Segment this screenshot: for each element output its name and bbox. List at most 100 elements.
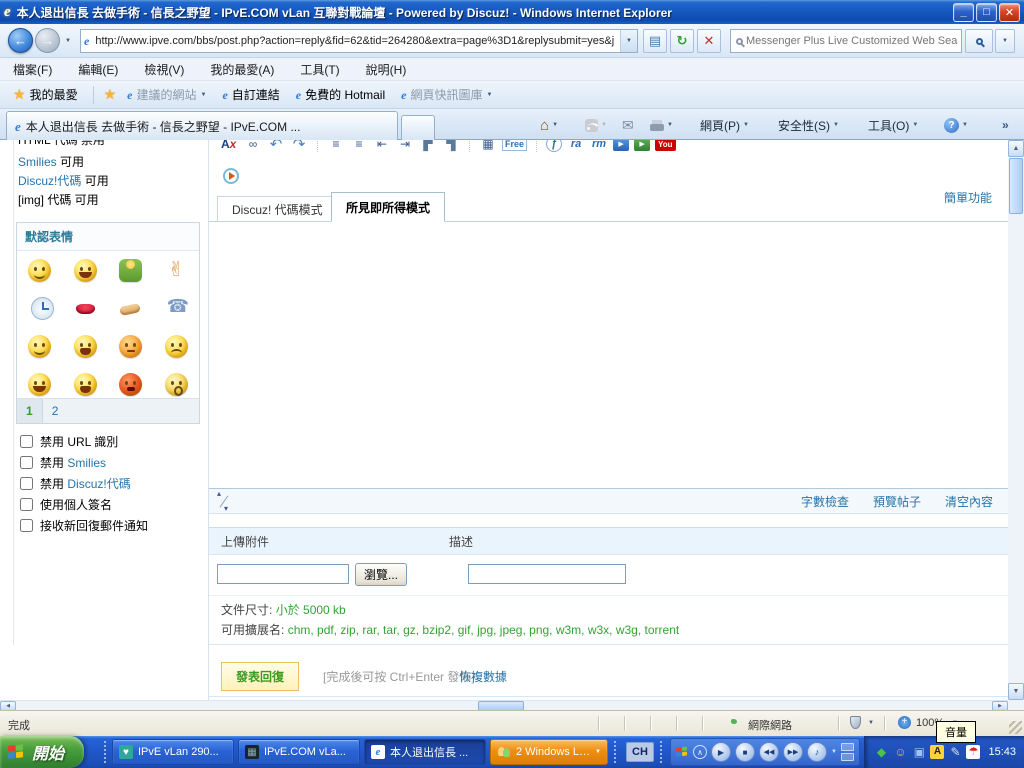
- emoticon-sad[interactable]: [165, 335, 188, 358]
- disable-smilies-checkbox[interactable]: [20, 456, 33, 469]
- read-mail-button[interactable]: ✉: [622, 113, 634, 137]
- emoticon-grin[interactable]: [74, 259, 97, 282]
- compatibility-view-button[interactable]: ▤: [643, 29, 667, 53]
- search-go-button[interactable]: [965, 29, 993, 53]
- insert-flash-icon[interactable]: ƒ: [546, 140, 562, 152]
- taskbar-task-3-active[interactable]: e 本人退出信長 ...: [364, 739, 486, 765]
- float-right-icon[interactable]: ▜: [442, 140, 460, 153]
- address-field[interactable]: e ▼: [80, 29, 638, 53]
- emoticon-clock[interactable]: [31, 297, 54, 320]
- ordered-list-icon[interactable]: ≡: [327, 140, 345, 153]
- wmp-stop-button[interactable]: ■: [735, 742, 755, 762]
- remove-format-icon[interactable]: Ax: [221, 140, 239, 153]
- tray-volume-icon[interactable]: ✎: [947, 744, 963, 760]
- insert-youtube-icon[interactable]: You: [655, 140, 676, 151]
- emoticon-phone[interactable]: [165, 297, 188, 320]
- attachment-description-input[interactable]: [468, 564, 626, 584]
- insert-realmedia-icon[interactable]: rm: [590, 140, 608, 153]
- unordered-list-icon[interactable]: ≡: [350, 140, 368, 153]
- browser-tab-active[interactable]: e 本人退出信長 去做手術 - 信長之野望 - IPvE.COM ...: [6, 111, 398, 140]
- taskbar-clock[interactable]: 15:43: [988, 746, 1016, 758]
- media-play-icon[interactable]: [223, 168, 239, 184]
- chevron-down-icon[interactable]: ▼: [831, 749, 837, 755]
- taskbar-task-4-attention[interactable]: 2 Windows Li... ▼: [490, 739, 608, 765]
- safety-menu-button[interactable]: 安全性(S)▼: [778, 113, 839, 137]
- email-notify-checkbox[interactable]: [20, 519, 33, 532]
- emoticon-hug[interactable]: [119, 259, 142, 282]
- wmp-restore-button[interactable]: [841, 742, 854, 762]
- scrollbar-thumb[interactable]: [1009, 158, 1023, 214]
- vertical-scrollbar[interactable]: ▲ ▼: [1008, 140, 1024, 700]
- disable-discuz-code-checkbox[interactable]: [20, 477, 33, 490]
- search-input[interactable]: [743, 35, 961, 47]
- menu-help[interactable]: 說明(H): [353, 58, 420, 81]
- insert-link-icon[interactable]: ∞: [244, 140, 262, 153]
- chevron-down-icon[interactable]: ▼: [868, 720, 874, 726]
- wmp-volume-button[interactable]: ♪: [807, 742, 827, 762]
- emoticon-kiss[interactable]: [74, 297, 97, 320]
- tray-network-status-icon[interactable]: ◆: [873, 744, 889, 760]
- disable-url-checkbox[interactable]: [20, 435, 33, 448]
- pagination-page-1[interactable]: 1: [17, 399, 43, 423]
- chevron-up-icon[interactable]: ∧: [693, 745, 707, 759]
- tray-lan-icon[interactable]: ▣: [911, 744, 927, 760]
- start-button[interactable]: 開始: [0, 736, 84, 768]
- emoticon-victory[interactable]: [165, 259, 188, 282]
- tray-messenger-icon[interactable]: ☺: [892, 744, 908, 760]
- taskbar-task-2[interactable]: ▦ IPvE.COM vLa...: [238, 739, 360, 765]
- feeds-button[interactable]: ▼: [585, 113, 607, 137]
- stop-button[interactable]: ✕: [697, 29, 721, 53]
- emoticon-handshake[interactable]: [119, 297, 142, 320]
- wmp-play-button[interactable]: ▶: [711, 742, 731, 762]
- emoticon-smile[interactable]: [28, 259, 51, 282]
- tray-warning-icon[interactable]: A: [930, 745, 944, 759]
- undo-icon[interactable]: ↶: [267, 140, 285, 153]
- discuz-code-link[interactable]: Discuz!代碼: [18, 174, 81, 188]
- print-button[interactable]: ▼: [650, 113, 673, 137]
- close-button[interactable]: ✕: [999, 3, 1020, 22]
- free-code-icon[interactable]: Free: [502, 140, 527, 151]
- menu-edit[interactable]: 編輯(E): [65, 58, 131, 81]
- taskbar-task-1[interactable]: ♥ IPvE vLan 290...: [112, 739, 234, 765]
- emoticon-sleepy[interactable]: [165, 373, 188, 396]
- tab-wysiwyg-mode[interactable]: 所見即所得模式: [331, 192, 445, 222]
- simple-mode-link[interactable]: 簡單功能: [944, 189, 992, 206]
- history-dropdown-icon[interactable]: ▼: [65, 38, 71, 44]
- fav-suggested-sites[interactable]: e 建議的網站 ▼: [122, 84, 211, 105]
- emoticon-blush[interactable]: [28, 335, 51, 358]
- minimize-button[interactable]: _: [953, 3, 974, 22]
- emoticon-squint[interactable]: [119, 335, 142, 358]
- url-input[interactable]: [92, 35, 620, 47]
- maximize-button[interactable]: □: [976, 3, 997, 22]
- insert-realaudio-icon[interactable]: ra: [567, 140, 585, 153]
- back-button[interactable]: ←: [8, 28, 33, 53]
- indent-icon[interactable]: ⇥: [396, 140, 414, 153]
- favorites-button[interactable]: ★ 我的最愛: [8, 84, 83, 105]
- emoticon-furious[interactable]: [119, 373, 142, 396]
- attachment-file-input[interactable]: [217, 564, 349, 584]
- use-signature-checkbox[interactable]: [20, 498, 33, 511]
- emoticon-laugh[interactable]: [28, 373, 51, 396]
- new-tab-button[interactable]: [401, 115, 435, 140]
- home-button[interactable]: ⌂▼: [540, 113, 558, 137]
- search-box[interactable]: [730, 29, 962, 53]
- insert-wmv-icon[interactable]: ▶: [634, 140, 650, 151]
- horizontal-scrollbar[interactable]: ◀ ▶: [0, 700, 1008, 710]
- post-reply-button[interactable]: 發表回復: [221, 662, 299, 691]
- resize-grip[interactable]: [1009, 721, 1022, 734]
- refresh-button[interactable]: ↻: [670, 29, 694, 53]
- fav-custom-links[interactable]: e 自訂連結: [217, 84, 284, 105]
- language-indicator[interactable]: CH: [626, 742, 654, 762]
- url-dropdown-button[interactable]: ▼: [620, 30, 637, 52]
- tools-menu-button[interactable]: 工具(O)▼: [868, 113, 918, 137]
- search-options-button[interactable]: ▼: [995, 29, 1015, 53]
- insert-wma-icon[interactable]: ▶: [613, 140, 629, 151]
- redo-icon[interactable]: ↷: [290, 140, 308, 153]
- tray-antivirus-icon[interactable]: ☂: [966, 745, 980, 759]
- page-menu-button[interactable]: 網頁(P)▼: [700, 113, 749, 137]
- emoticon-sob[interactable]: [74, 373, 97, 396]
- smilies-link[interactable]: Smilies: [18, 155, 57, 169]
- restore-data-link[interactable]: 恢複數據: [459, 668, 507, 685]
- add-favorite-icon[interactable]: ★: [104, 86, 117, 103]
- menu-tools[interactable]: 工具(T): [287, 58, 352, 81]
